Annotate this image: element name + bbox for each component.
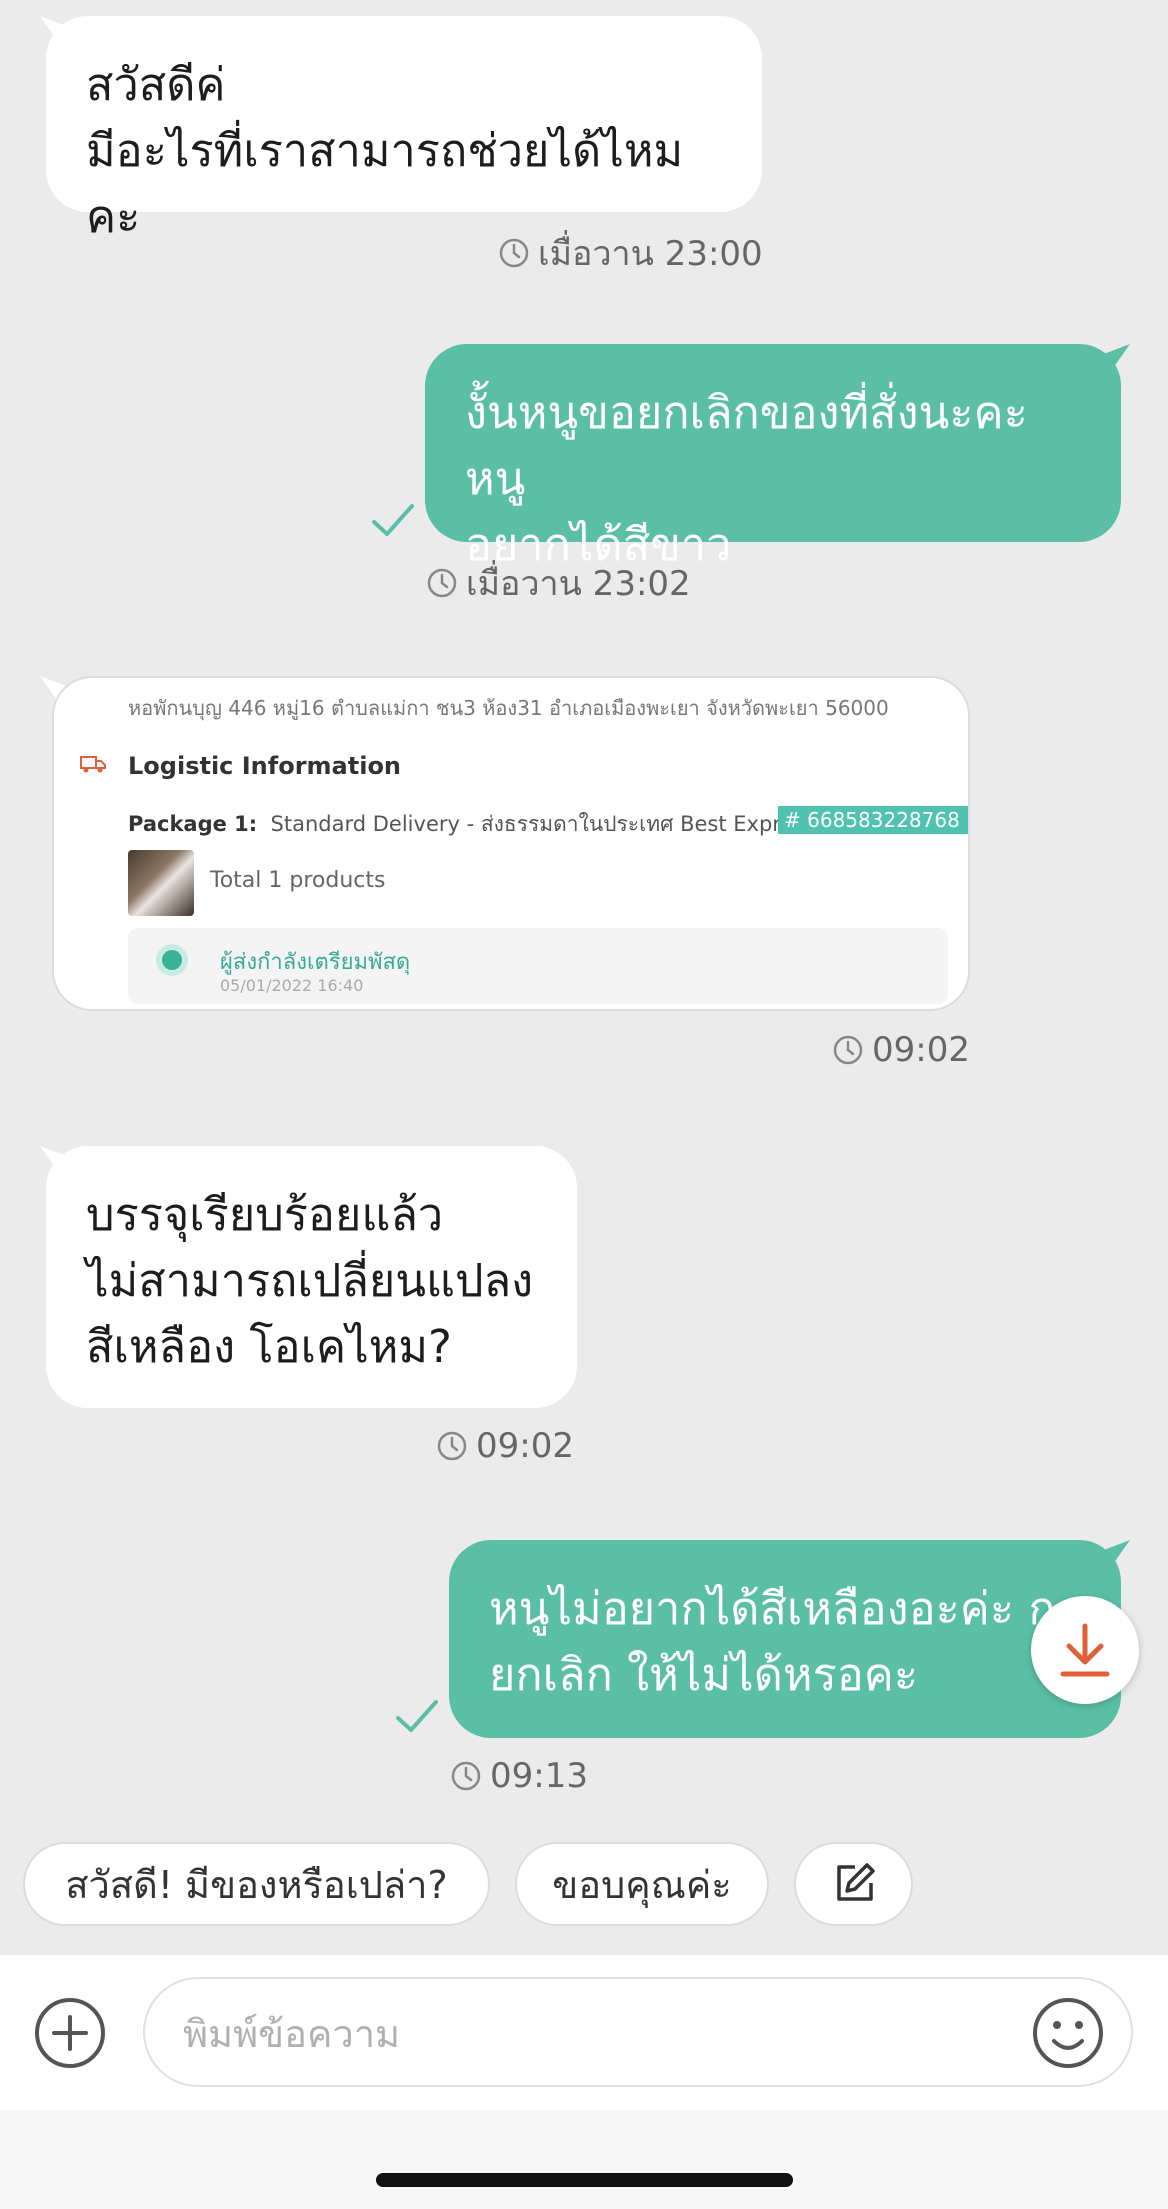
- truck-icon: [80, 756, 106, 773]
- quick-reply-button[interactable]: สวัสดี! มีของหรือเปล่า?: [23, 1842, 490, 1926]
- product-thumbnail: [128, 850, 194, 916]
- clock-icon: [437, 1431, 467, 1461]
- clock-icon: [427, 568, 457, 598]
- message-timestamp: เมื่อวาน 23:00: [498, 226, 763, 280]
- message-text: สวัสดีค่: [86, 58, 226, 111]
- smiley-icon[interactable]: [1030, 1995, 1106, 2071]
- order-screenshot-image[interactable]: หอพักนบุญ 446 หมู่16 ตำบลแม่กา ชน3 ห้อง3…: [52, 676, 970, 1011]
- products-total: Total 1 products: [210, 868, 386, 893]
- message-text: บรรจุเรียบร้อยแล้ว: [86, 1188, 444, 1241]
- outgoing-message[interactable]: งั้นหนูขอยกเลิกของที่สั่งนะคะหนู อยากได้…: [425, 344, 1121, 571]
- home-indicator-area: [0, 2110, 1168, 2209]
- message-text: หนูไม่อยากได้สีเหลืองอะค่ะ ก: [489, 1582, 1056, 1635]
- message-timestamp: 09:13: [450, 1756, 588, 1796]
- clock-icon: [499, 238, 529, 268]
- package-info: Package 1: Standard Delivery - ส่งธรรมดา…: [128, 812, 816, 836]
- status-dot: [162, 950, 182, 970]
- edit-quick-replies-button[interactable]: [794, 1842, 913, 1926]
- shipping-status: ผู้ส่งกำลังเตรียมพัสดุ: [220, 950, 411, 975]
- check-icon: [372, 504, 414, 536]
- message-text: ยกเลิก ให้ไม่ได้หรอคะ: [489, 1648, 919, 1701]
- message-timestamp: เมื่อวาน 23:02: [426, 556, 691, 610]
- edit-icon: [836, 1863, 875, 1901]
- status-date: 05/01/2022 16:40: [220, 976, 364, 995]
- arrow-down-icon: [1060, 1623, 1110, 1677]
- message-timestamp: 09:02: [832, 1030, 970, 1070]
- message-text: สีเหลือง โอเคไหม?: [86, 1320, 452, 1373]
- message-input[interactable]: [183, 2007, 1003, 2061]
- incoming-message[interactable]: บรรจุเรียบร้อยแล้ว ไม่สามารถเปลี่ยนแปลง …: [46, 1146, 577, 1408]
- clock-icon: [451, 1761, 481, 1791]
- tracking-number: # 668583228768: [778, 806, 968, 834]
- outgoing-message[interactable]: หนูไม่อยากได้สีเหลืองอะค่ะ ก ยกเลิก ให้ไ…: [449, 1540, 1121, 1738]
- message-text: ไม่สามารถเปลี่ยนแปลง: [86, 1254, 534, 1307]
- chat-area[interactable]: สวัสดีค่ มีอะไรที่เราสามารถช่วยได้ไหมคะ …: [0, 0, 1168, 1955]
- message-timestamp: 09:02: [436, 1426, 574, 1466]
- message-input-bar: [0, 1955, 1168, 2110]
- shipping-address: หอพักนบุญ 446 หมู่16 ตำบลแม่กา ชน3 ห้อง3…: [128, 696, 889, 720]
- quick-reply-button[interactable]: ขอบคุณค่ะ: [515, 1842, 769, 1926]
- message-input-field[interactable]: [143, 1977, 1133, 2087]
- clock-icon: [833, 1035, 863, 1065]
- scroll-to-bottom-button[interactable]: [1031, 1596, 1139, 1704]
- check-icon: [396, 1700, 438, 1732]
- message-text: งั้นหนูขอยกเลิกของที่สั่งนะคะหนู: [465, 386, 1028, 505]
- home-indicator[interactable]: [376, 2173, 793, 2187]
- logistic-title: Logistic Information: [128, 752, 402, 780]
- plus-icon[interactable]: [32, 1995, 108, 2071]
- incoming-message[interactable]: สวัสดีค่ มีอะไรที่เราสามารถช่วยได้ไหมคะ: [46, 16, 762, 243]
